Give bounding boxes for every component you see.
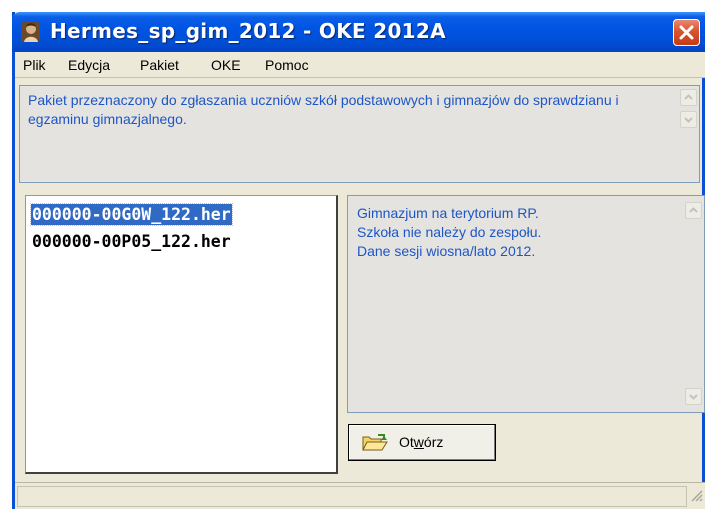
menu-pakiet[interactable]: Pakiet [140,57,179,73]
description-scrollbar[interactable] [680,89,697,137]
folder-open-icon [362,434,388,457]
status-pane [17,486,687,507]
scroll-up-button[interactable] [680,89,697,106]
scroll-up-button[interactable] [685,202,702,219]
close-button[interactable] [673,19,700,46]
main-window: Hermes_sp_gim_2012 - OKE 2012A Plik Edyc… [12,12,705,509]
description-box: Pakiet przeznaczony do zgłaszania ucznió… [19,85,700,183]
package-info: Gimnazjum na terytorium RP. Szkoła nie n… [357,204,667,261]
menu-pomoc[interactable]: Pomoc [265,57,309,73]
window-title: Hermes_sp_gim_2012 - OKE 2012A [50,19,446,43]
info-line: Gimnazjum na terytorium RP. [357,205,539,221]
package-description: Pakiet przeznaczony do zgłaszania ucznió… [28,92,619,127]
chevron-up-icon [689,207,698,213]
scroll-down-button[interactable] [680,111,697,128]
open-button-label: Otwórz [399,434,444,450]
menu-bar: Plik Edycja Pakiet OKE Pomoc [15,52,705,78]
scroll-down-button[interactable] [685,388,702,405]
title-bar[interactable]: Hermes_sp_gim_2012 - OKE 2012A [12,12,705,52]
open-button[interactable]: Otwórz [348,424,496,461]
chevron-down-icon [689,394,698,400]
status-bar [15,482,705,509]
list-item[interactable]: 000000-00P05_122.her [31,231,232,252]
chevron-down-icon [684,117,693,123]
info-line: Szkoła nie należy do zespołu. [357,224,542,240]
chevron-up-icon [684,94,693,100]
menu-oke[interactable]: OKE [211,57,241,73]
app-icon [20,20,42,44]
package-file-list[interactable]: 000000-00G0W_122.her 000000-00P05_122.he… [25,195,338,474]
resize-grip-icon[interactable] [689,488,703,507]
menu-plik[interactable]: Plik [23,57,46,73]
info-line: Dane sesji wiosna/lato 2012. [357,243,536,259]
info-scrollbar[interactable] [685,202,702,408]
list-item[interactable]: 000000-00G0W_122.her [30,203,233,226]
menu-edycja[interactable]: Edycja [68,57,110,73]
package-info-box: Gimnazjum na terytorium RP. Szkoła nie n… [347,195,705,413]
close-icon [679,25,694,40]
